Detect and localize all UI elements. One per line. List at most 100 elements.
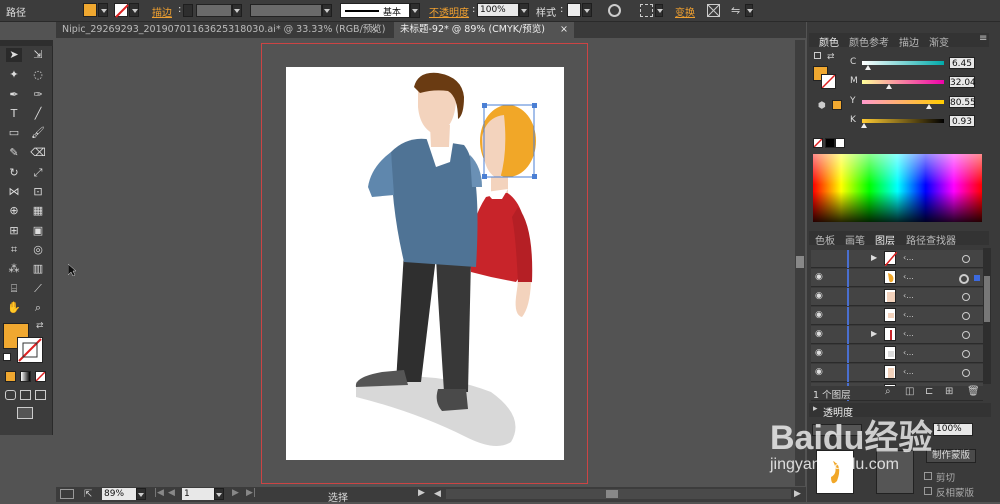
- tab-color-guide[interactable]: 颜色参考: [849, 34, 889, 49]
- lasso-tool-icon[interactable]: ◌: [30, 68, 46, 82]
- rotate-tool-icon[interactable]: ↻: [6, 166, 22, 180]
- channel-value-m[interactable]: 32.04: [949, 76, 976, 88]
- line-tool-icon[interactable]: ╱: [30, 107, 46, 121]
- slider-thumb-icon[interactable]: [926, 104, 933, 109]
- layer-row[interactable]: ◉ ‹...: [811, 364, 983, 382]
- curvature-tool-icon[interactable]: ✑: [30, 88, 46, 102]
- perspective-grid-tool-icon[interactable]: ▦: [30, 204, 46, 218]
- flip-dropdown[interactable]: [745, 4, 753, 17]
- target-circle-icon[interactable]: [962, 369, 970, 377]
- prev-artboard-icon[interactable]: ◀: [168, 488, 175, 498]
- stroke-weight-field[interactable]: [196, 4, 232, 17]
- artboard[interactable]: [286, 67, 564, 460]
- first-artboard-icon[interactable]: |◀: [154, 488, 164, 498]
- magic-wand-tool-icon[interactable]: ✦: [6, 68, 22, 82]
- stroke-color-box[interactable]: [17, 337, 43, 363]
- gradient-tool-icon[interactable]: ▣: [30, 224, 46, 238]
- screen-mode-icon[interactable]: [17, 407, 33, 419]
- graphic-style-swatch[interactable]: [567, 3, 581, 17]
- channel-slider-m[interactable]: [862, 80, 944, 84]
- tab-color[interactable]: 颜色: [819, 34, 839, 49]
- draw-inside-icon[interactable]: [35, 390, 46, 400]
- scale-tool-icon[interactable]: ⤢: [30, 166, 46, 180]
- stroke-weight-dropdown[interactable]: [232, 4, 242, 17]
- tab-gradient[interactable]: 渐变: [929, 34, 949, 49]
- delete-layer-icon[interactable]: 🗑: [967, 386, 980, 397]
- black-swatch[interactable]: [825, 138, 835, 148]
- shape-builder-tool-icon[interactable]: ⊕: [6, 204, 22, 218]
- locate-object-icon[interactable]: ⌕: [885, 386, 891, 397]
- transparency-opacity-field[interactable]: 100%: [933, 423, 973, 436]
- scroll-thumb[interactable]: [984, 276, 990, 322]
- mesh-tool-icon[interactable]: ⊞: [6, 224, 22, 238]
- default-fill-stroke-icon[interactable]: [3, 353, 11, 361]
- scroll-thumb[interactable]: [606, 490, 618, 498]
- symbol-sprayer-tool-icon[interactable]: ⁂: [6, 262, 22, 276]
- draw-normal-icon[interactable]: [5, 390, 16, 400]
- artboard-dropdown[interactable]: [214, 488, 224, 500]
- new-layer-icon[interactable]: ⊞: [945, 386, 953, 397]
- new-sublayer-icon[interactable]: ⊏: [925, 386, 933, 397]
- draw-behind-icon[interactable]: [20, 390, 31, 400]
- white-swatch[interactable]: [835, 138, 845, 148]
- vertical-scrollbar[interactable]: [795, 40, 805, 486]
- layer-row[interactable]: ◉ ‹...: [811, 307, 983, 325]
- visibility-eye-icon[interactable]: ◉: [815, 348, 823, 358]
- color-spectrum[interactable]: [813, 154, 982, 222]
- type-tool-icon[interactable]: T: [6, 107, 22, 121]
- opacity-label[interactable]: 不透明度: [429, 4, 469, 19]
- tab-layers[interactable]: 图层: [875, 232, 895, 247]
- channel-slider-c[interactable]: [862, 61, 944, 65]
- none-mode-icon[interactable]: [35, 371, 46, 382]
- recolor-artwork-icon[interactable]: [608, 4, 621, 17]
- channel-value-y[interactable]: 80.55: [949, 96, 976, 108]
- opacity-dropdown[interactable]: [519, 3, 529, 17]
- gamut-swatch[interactable]: [832, 100, 842, 110]
- tab-stroke[interactable]: 描边: [899, 34, 919, 49]
- fill-swatch[interactable]: [83, 3, 97, 17]
- visibility-eye-icon[interactable]: ◉: [815, 367, 823, 377]
- tab-swatches[interactable]: 色板: [815, 232, 835, 247]
- channel-value-c[interactable]: 6.45: [949, 57, 975, 69]
- layer-row[interactable]: ◉ ‹...: [811, 269, 983, 287]
- stroke-label[interactable]: 描边: [152, 4, 172, 19]
- horizontal-scrollbar[interactable]: [446, 489, 791, 499]
- mask-thumbnail[interactable]: [876, 450, 914, 494]
- paintbrush-tool-icon[interactable]: 🖌: [30, 126, 46, 140]
- flip-icon[interactable]: ⇋: [731, 4, 744, 17]
- profile-dropdown[interactable]: [322, 4, 332, 17]
- stroke-dropdown[interactable]: [129, 3, 139, 17]
- tab-pathfinder[interactable]: 路径查找器: [906, 232, 956, 247]
- visibility-eye-icon[interactable]: ◉: [815, 329, 823, 339]
- tab-brushes[interactable]: 画笔: [845, 232, 865, 247]
- zoom-dropdown[interactable]: [136, 488, 146, 500]
- pencil-tool-icon[interactable]: ✎: [6, 146, 22, 160]
- scroll-thumb[interactable]: [796, 256, 804, 268]
- object-thumbnail[interactable]: [816, 450, 854, 494]
- eyedropper-tool-icon[interactable]: ⌗: [6, 243, 22, 257]
- brush-dropdown[interactable]: [410, 3, 420, 18]
- free-transform-tool-icon[interactable]: ⊡: [30, 185, 46, 199]
- tab-nipic-document[interactable]: Nipic_29269293_20190701163625318030.ai* …: [56, 22, 385, 38]
- expand-arrow-icon[interactable]: ▶: [871, 329, 877, 338]
- last-artboard-icon[interactable]: ▶|: [246, 488, 256, 498]
- selection-tool-icon[interactable]: ➤: [6, 48, 22, 62]
- visibility-eye-icon[interactable]: ◉: [815, 291, 823, 301]
- align-dropdown[interactable]: [655, 4, 663, 17]
- slice-tool-icon[interactable]: ⟋: [30, 282, 46, 296]
- target-circle-icon[interactable]: [962, 312, 970, 320]
- close-tab-icon[interactable]: ×: [560, 22, 568, 38]
- opacity-field[interactable]: 100%: [477, 3, 519, 17]
- direct-selection-tool-icon[interactable]: ⇲: [30, 48, 46, 62]
- target-circle-icon[interactable]: [959, 274, 969, 284]
- gradient-mode-icon[interactable]: [20, 371, 31, 382]
- zoom-tool-icon[interactable]: ⌕: [30, 301, 46, 315]
- visibility-eye-icon[interactable]: ◉: [815, 272, 823, 282]
- eraser-tool-icon[interactable]: ⌫: [30, 146, 46, 160]
- transparency-title[interactable]: 透明度: [823, 404, 853, 419]
- fill-dropdown[interactable]: [98, 3, 108, 17]
- color-mode-icon[interactable]: [5, 371, 16, 382]
- target-circle-icon[interactable]: [962, 293, 970, 301]
- hand-tool-icon[interactable]: ✋: [6, 301, 22, 315]
- variable-width-profile[interactable]: [250, 4, 322, 17]
